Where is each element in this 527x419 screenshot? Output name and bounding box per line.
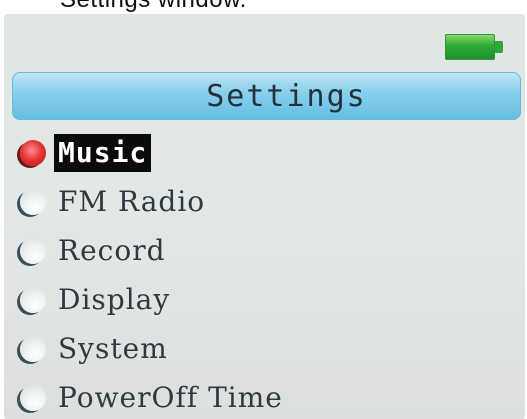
title-bar: Settings: [12, 72, 521, 120]
menu-item-label: Display: [58, 282, 171, 316]
page-title: Settings: [206, 78, 367, 114]
menu-item-label: System: [58, 331, 168, 365]
menu-item-record[interactable]: Record: [4, 226, 525, 275]
radio-unselected-icon: [20, 237, 46, 264]
caption-text: Settings window.: [60, 0, 247, 14]
radio-selected-icon: [20, 139, 46, 166]
menu-item-label: FM Radio: [58, 184, 206, 218]
menu-item-label: Record: [58, 233, 166, 267]
menu-item-fm-radio[interactable]: FM Radio: [4, 177, 525, 226]
menu-item-display[interactable]: Display: [4, 275, 525, 324]
radio-unselected-icon: [20, 286, 46, 313]
menu-item-label: Music: [54, 133, 152, 172]
menu-item-music[interactable]: Music: [4, 128, 525, 177]
menu-item-poweroff-time[interactable]: PowerOff Time: [4, 373, 525, 419]
radio-unselected-icon: [20, 335, 46, 362]
radio-unselected-icon: [20, 188, 46, 215]
device-screen: Settings Music FM Radio Record Display S…: [4, 14, 525, 419]
radio-unselected-icon: [20, 384, 46, 411]
menu-item-label: PowerOff Time: [58, 380, 283, 414]
battery-full-icon: [445, 30, 503, 64]
settings-menu: Music FM Radio Record Display System Pow…: [4, 128, 525, 419]
menu-item-system[interactable]: System: [4, 324, 525, 373]
